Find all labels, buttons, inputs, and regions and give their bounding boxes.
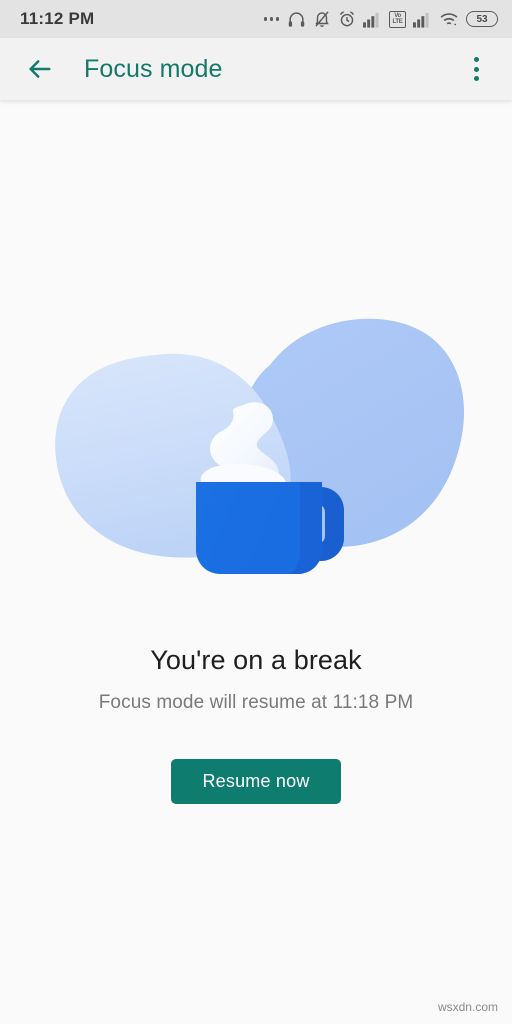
phone-screen: 11:12 PM Vo LTE 53 Focus mode You're on … (0, 0, 512, 1024)
app-bar: Focus mode (0, 38, 512, 100)
battery-icon: 53 (466, 11, 498, 27)
wifi-icon (439, 11, 459, 28)
overflow-dot-icon (473, 57, 479, 62)
volte-icon: Vo LTE (389, 10, 406, 28)
headline-text: You're on a break (150, 645, 362, 675)
back-button[interactable] (14, 43, 66, 95)
overflow-dot-icon (473, 76, 479, 81)
back-arrow-icon (29, 60, 51, 78)
bell-muted-icon (313, 10, 331, 28)
coffee-mug-break-illustration-svg (55, 318, 465, 574)
main-content: You're on a break Focus mode will resume… (0, 100, 512, 1024)
status-bar-icons: Vo LTE 53 (263, 10, 498, 29)
more-dots-icon (263, 17, 279, 21)
alarm-clock-icon (338, 10, 356, 28)
volte-bottom-label: LTE (392, 19, 403, 25)
overflow-menu-button[interactable] (454, 47, 498, 91)
overflow-dot-icon (473, 66, 479, 72)
subtext-resume-time: Focus mode will resume at 11:18 PM (98, 692, 414, 713)
resume-now-button[interactable]: Resume now (171, 759, 341, 804)
headphones-icon (287, 10, 306, 29)
status-bar-clock: 11:12 PM (20, 9, 95, 28)
signal-bars-2-icon (413, 11, 432, 28)
status-bar: 11:12 PM Vo LTE 53 (0, 0, 512, 38)
watermark-text: wsxdn.com (437, 1000, 498, 1014)
battery-level-label: 53 (476, 13, 488, 25)
break-illustration (0, 310, 512, 610)
page-title: Focus mode (84, 54, 223, 83)
signal-bars-icon (363, 11, 382, 28)
